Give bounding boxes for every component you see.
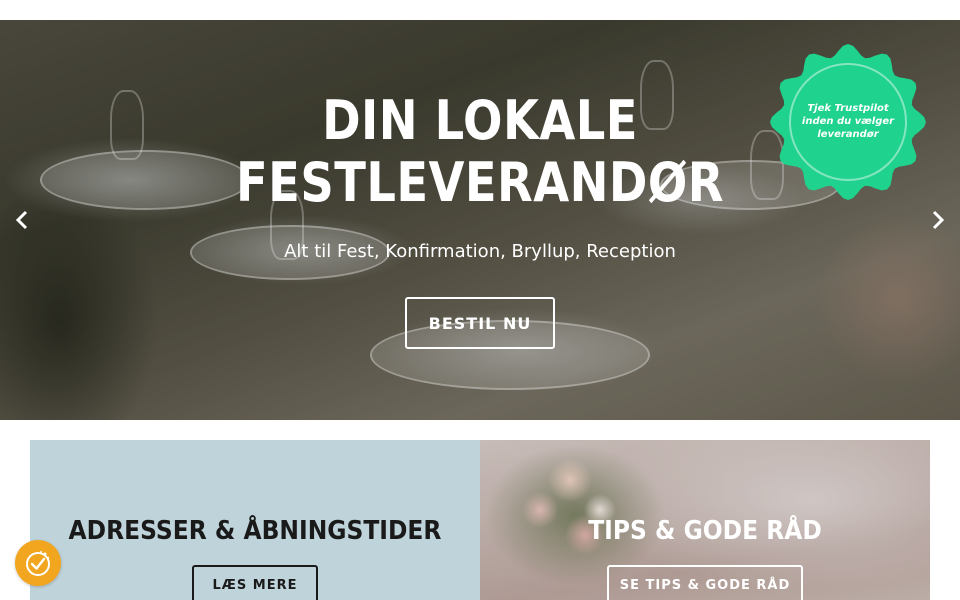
read-more-button[interactable]: LÆS MERE bbox=[192, 565, 318, 600]
hero-title-line2: FESTLEVERANDØR bbox=[236, 151, 724, 214]
trustpilot-badge[interactable]: Tjek Trustpilot inden du vælger leverand… bbox=[768, 42, 928, 202]
slider-next-button[interactable] bbox=[926, 206, 950, 234]
hero-subtitle: Alt til Fest, Konfirmation, Bryllup, Rec… bbox=[284, 241, 676, 262]
see-tips-button[interactable]: SE TIPS & GODE RÅD bbox=[607, 565, 803, 600]
hero-title: DIN LOKALE FESTLEVERANDØR bbox=[222, 90, 738, 214]
order-now-button[interactable]: BESTIL NU bbox=[405, 297, 555, 349]
badge-text: Tjek Trustpilot inden du vælger leverand… bbox=[796, 102, 900, 141]
card-title: TIPS & GODE RÅD bbox=[588, 516, 822, 546]
top-bar bbox=[0, 0, 960, 20]
hero-slider: DIN LOKALE FESTLEVERANDØR Alt til Fest, … bbox=[0, 20, 960, 420]
cookie-consent-button[interactable] bbox=[15, 540, 61, 586]
card-addresses: ADRESSER & ÅBNINGSTIDER LÆS MERE bbox=[30, 440, 480, 600]
info-cards: ADRESSER & ÅBNINGSTIDER LÆS MERE TIPS & … bbox=[30, 440, 930, 600]
card-tips: TIPS & GODE RÅD SE TIPS & GODE RÅD bbox=[480, 440, 930, 600]
slider-prev-button[interactable] bbox=[10, 206, 34, 234]
card-title: ADRESSER & ÅBNINGSTIDER bbox=[68, 516, 442, 546]
chevron-left-icon bbox=[15, 210, 28, 230]
cookie-consent-icon bbox=[26, 551, 50, 576]
badge-text-line: Tjek Trustpilot bbox=[807, 103, 889, 114]
hero-title-line1: DIN LOKALE bbox=[322, 89, 638, 152]
badge-text-line: inden du vælger bbox=[801, 116, 895, 127]
badge-text-line: leverandør bbox=[817, 129, 879, 140]
chevron-right-icon bbox=[932, 210, 945, 230]
